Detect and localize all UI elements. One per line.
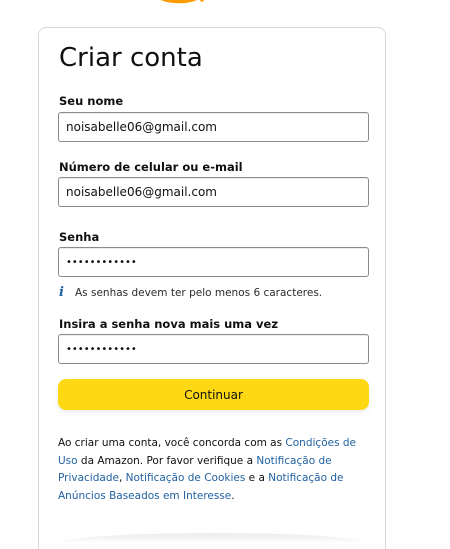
password-hint: i As senhas devem ter pelo menos 6 carac… [59, 285, 322, 300]
email-label: Número de celular ou e-mail [59, 160, 243, 174]
create-account-card: Criar conta Seu nome Número de celular o… [38, 27, 386, 549]
legal-notice: Ao criar uma conta, você concorda com as… [58, 435, 368, 505]
legal-text-5: . [231, 489, 235, 502]
info-icon: i [59, 285, 64, 300]
confirm-password-input[interactable] [58, 334, 369, 364]
name-input[interactable] [58, 112, 369, 142]
amazon-smile-icon[interactable] [146, 0, 210, 8]
password-input[interactable] [58, 247, 369, 277]
name-label: Seu nome [59, 94, 124, 108]
email-input[interactable] [58, 177, 369, 207]
cookies-notice-link[interactable]: Notificação de Cookies [126, 472, 246, 484]
legal-text-3: , [118, 472, 126, 484]
continue-button[interactable]: Continuar [58, 379, 369, 410]
page-title: Criar conta [59, 43, 203, 73]
legal-text-2: da Amazon. Por favor verifique a [77, 454, 257, 467]
confirm-password-label: Insira a senha nova mais uma vez [59, 317, 279, 331]
legal-text-4: e a [245, 472, 269, 484]
section-divider [61, 533, 366, 543]
password-hint-text: As senhas devem ter pelo menos 6 caracte… [75, 286, 323, 299]
legal-text-1: Ao criar uma conta, você concorda com as [58, 437, 286, 449]
password-label: Senha [59, 230, 100, 244]
page: Criar conta Seu nome Número de celular o… [0, 0, 450, 549]
